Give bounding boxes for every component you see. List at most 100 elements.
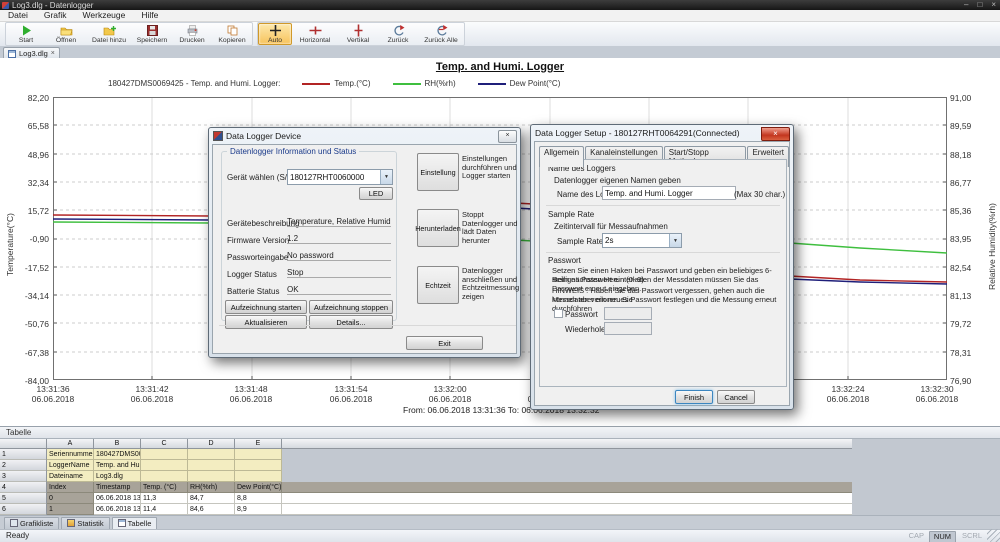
menu-hilfe[interactable]: Hilfe [133, 10, 166, 21]
col-header-c[interactable]: C [141, 439, 188, 449]
left-tick: 32,34 [15, 178, 49, 188]
status-cap-indicator: CAP [905, 531, 928, 541]
legend-rh-line-icon [393, 83, 421, 85]
col-header-d[interactable]: D [188, 439, 235, 449]
table-row[interactable]: 3 Dateiname Log3.dlg [0, 471, 852, 482]
refresh-button[interactable]: Aktualisieren [225, 315, 307, 329]
left-axis-label: Temperature(°C) [5, 213, 15, 276]
device-dialog: Data Logger Device × Datenlogger Informa… [208, 127, 521, 358]
logger-name-input[interactable]: Temp. and Humi. Logger [602, 186, 736, 200]
auto-zoom-button[interactable]: Auto [258, 23, 292, 45]
save-button[interactable]: Speichern [132, 23, 172, 45]
device-info-group-title: Datenlogger Information und Status [227, 147, 359, 156]
copy-icon [226, 24, 239, 37]
sample-rate-label: Sample Rate [557, 237, 603, 246]
status-num-indicator: NUM [929, 531, 956, 542]
data-table[interactable]: A B C D E 1 Seriennummer 180427DMS006...… [0, 439, 852, 515]
legend-dewpoint-line-icon [478, 83, 506, 85]
horizontal-zoom-icon [309, 24, 322, 37]
document-tab-close-icon[interactable]: × [51, 50, 55, 57]
tab-allgemein[interactable]: Allgemein [539, 146, 584, 167]
view-tab-grafikliste[interactable]: Grafikliste [4, 517, 59, 530]
exit-button[interactable]: Exit [406, 336, 483, 350]
menu-datei[interactable]: Datei [0, 10, 36, 21]
device-row-label: Firmware Version [227, 236, 289, 245]
device-select-dropdown[interactable]: 180127RHT0060000 ▼ [287, 169, 393, 185]
right-tick: 91,00 [950, 93, 984, 103]
horizontal-zoom-button[interactable]: Horizontal [292, 23, 338, 45]
legend-temp-label: Temp.(°C) [334, 79, 370, 88]
start-button[interactable]: Start [6, 23, 46, 45]
finish-button[interactable]: Finish [675, 390, 713, 404]
menu-werkzeuge[interactable]: Werkzeuge [75, 10, 134, 21]
x-tick: 13:32:2406.06.2018 [816, 384, 880, 404]
print-button[interactable]: Drucken [172, 23, 212, 45]
resize-grip[interactable] [987, 529, 1000, 542]
window-title: Log3.dlg - Datenlogger [12, 1, 93, 10]
undo-zoom-icon [392, 24, 405, 37]
device-dialog-body: Datenlogger Information und Status Gerät… [212, 144, 517, 354]
document-icon [8, 50, 16, 58]
device-dialog-close-button[interactable]: × [498, 130, 517, 143]
col-header-a[interactable]: A [47, 439, 94, 449]
echtzeit-button[interactable]: Echtzeit [417, 266, 459, 304]
device-dialog-separator [219, 325, 516, 326]
cancel-button[interactable]: Cancel [717, 390, 755, 404]
record-stop-button[interactable]: Aufzeichnung stoppen [309, 300, 393, 314]
device-row-value: Temperature, Relative Humidity and De [287, 217, 391, 227]
setup-dialog: Data Logger Setup - 180127RHT0064291(Con… [530, 124, 794, 410]
close-button[interactable]: × [991, 0, 996, 10]
record-start-button[interactable]: Aufzeichnung starten [225, 300, 307, 314]
device-row-label: Logger Status [227, 270, 277, 279]
maximize-button[interactable]: □ [977, 0, 982, 10]
password-input[interactable] [604, 307, 652, 320]
x-tick: 13:31:4806.06.2018 [219, 384, 283, 404]
right-tick: 81,13 [950, 291, 984, 301]
view-tab-statistik[interactable]: Statistik [61, 517, 109, 530]
device-dialog-titlebar[interactable]: Data Logger Device [209, 128, 520, 143]
left-tick: 82,20 [15, 93, 49, 103]
view-tab-tabelle[interactable]: Tabelle [112, 517, 158, 530]
start-icon [20, 24, 33, 37]
table-row[interactable]: 6 1 06.06.2018 13:... 11,4 84,6 8,9 [0, 504, 852, 515]
section-separator [546, 205, 780, 206]
password-repeat-input[interactable] [604, 322, 652, 335]
device-row-label: Batterie Status [227, 287, 279, 296]
table-row[interactable]: 2 LoggerName Temp. and Hum... [0, 460, 852, 471]
menu-grafik[interactable]: Grafik [36, 10, 75, 21]
legend-serial-label: 180427DMS0069425 - Temp. and Humi. Logge… [108, 79, 280, 88]
zoom-back-button[interactable]: Zurück [378, 23, 418, 45]
device-row-value: Stop [287, 268, 391, 278]
password-checkbox[interactable] [554, 309, 563, 318]
left-tick: -67,38 [15, 348, 49, 358]
table-row[interactable]: 5 0 06.06.2018 13:... 11,3 84,7 8,8 [0, 493, 852, 504]
app-window: Log3.dlg - Datenlogger – □ × Datei Grafi… [0, 0, 1000, 542]
undo-all-zoom-icon [435, 24, 448, 37]
vertical-zoom-button[interactable]: Vertikal [338, 23, 378, 45]
zoom-back-all-button[interactable]: Zurück Alle [418, 23, 464, 45]
led-button[interactable]: LED [359, 187, 393, 200]
einstellung-button[interactable]: Einstellung [417, 153, 459, 191]
add-file-icon [103, 24, 116, 37]
table-row[interactable]: 1 Seriennummer 180427DMS006... [0, 449, 852, 460]
minimize-button[interactable]: – [964, 0, 968, 10]
col-header-b[interactable]: B [94, 439, 141, 449]
add-file-button[interactable]: Datei hinzu [86, 23, 132, 45]
vertical-zoom-icon [352, 24, 365, 37]
device-row-value: No password [287, 251, 391, 261]
echtzeit-desc: Datenlogger anschließen und Echtzeitmess… [462, 267, 518, 301]
setup-dialog-titlebar[interactable]: Data Logger Setup - 180127RHT0064291(Con… [531, 125, 793, 140]
device-select-label: Gerät wählen (S/N) [227, 173, 295, 182]
herunterladen-button[interactable]: Herunterladen [417, 209, 459, 247]
sample-rate-dropdown[interactable]: 2s ▼ [602, 233, 682, 248]
col-header-e[interactable]: E [235, 439, 282, 449]
details-button[interactable]: Details... [309, 315, 393, 329]
open-button[interactable]: Öffnen [46, 23, 86, 45]
max-chars-hint: (Max 30 char.) [734, 190, 785, 199]
setup-dialog-close-button[interactable]: × [761, 127, 790, 141]
document-tab-label: Log3.dlg [19, 49, 48, 58]
table-row[interactable]: 4 Index Timestamp Temp. (°C) RH(%rh) Dew… [0, 482, 852, 493]
copy-button[interactable]: Kopieren [212, 23, 252, 45]
x-tick: 13:31:5406.06.2018 [319, 384, 383, 404]
status-scrl-indicator: SCRL [958, 531, 986, 541]
